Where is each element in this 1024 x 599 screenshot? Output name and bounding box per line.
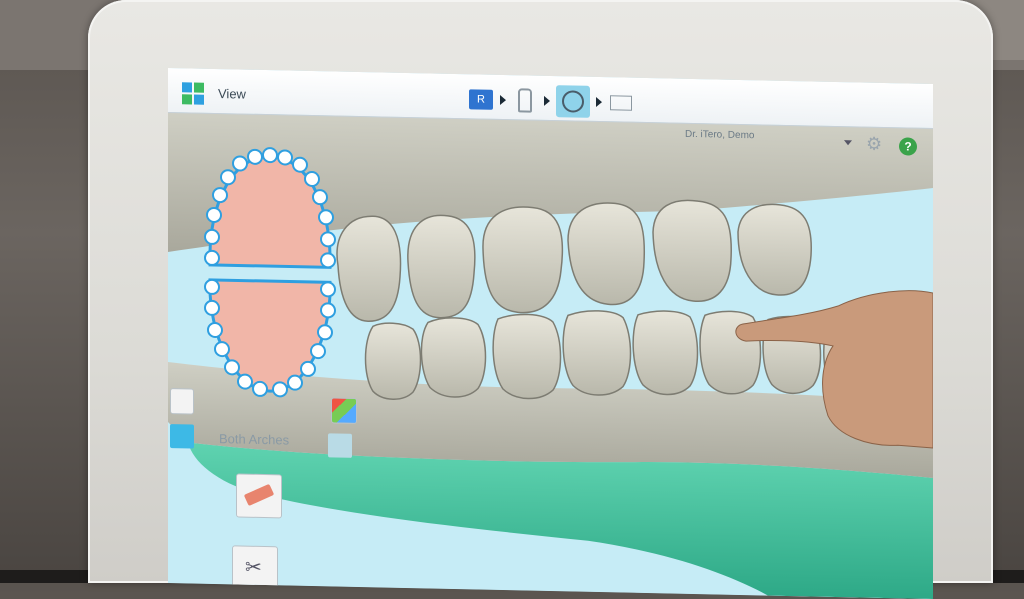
eraser-tool[interactable] (236, 473, 282, 519)
scan-icon (518, 88, 532, 113)
gear-icon[interactable]: ⚙ (866, 134, 882, 155)
arch-selector[interactable] (200, 145, 340, 408)
chevron-down-icon[interactable] (844, 140, 852, 146)
step-arrow-icon (500, 94, 506, 106)
next-arch-button[interactable] (328, 433, 352, 458)
windows-logo-icon[interactable] (182, 82, 204, 105)
workflow-steps: R (468, 84, 634, 118)
step-arrow-icon (596, 96, 602, 108)
arch-label: Both Arches (219, 431, 290, 448)
scan-step-button[interactable] (512, 87, 538, 114)
view-step-button[interactable] (556, 85, 590, 118)
prev-arch-button[interactable] (170, 424, 194, 449)
help-icon[interactable]: ? (899, 137, 917, 156)
step-arrow-icon (544, 95, 550, 107)
scissors-icon: ✂ (245, 556, 262, 579)
scissors-tool[interactable]: ✂ (232, 545, 278, 589)
occlusion-tool-right[interactable] (331, 397, 357, 424)
page-title: View (218, 86, 246, 102)
rx-step-button[interactable]: R (468, 86, 494, 113)
view-icon (562, 90, 584, 113)
rx-icon: R (469, 89, 493, 110)
app-screen: Both Arches ✂ View R Dr. iTero, Demo ⚙ ? (168, 68, 933, 599)
doctor-name[interactable]: Dr. iTero, Demo (685, 129, 754, 141)
eraser-icon (243, 483, 275, 507)
send-icon (610, 94, 632, 111)
occlusion-tool-left[interactable] (170, 388, 194, 415)
send-step-button[interactable] (608, 89, 634, 116)
